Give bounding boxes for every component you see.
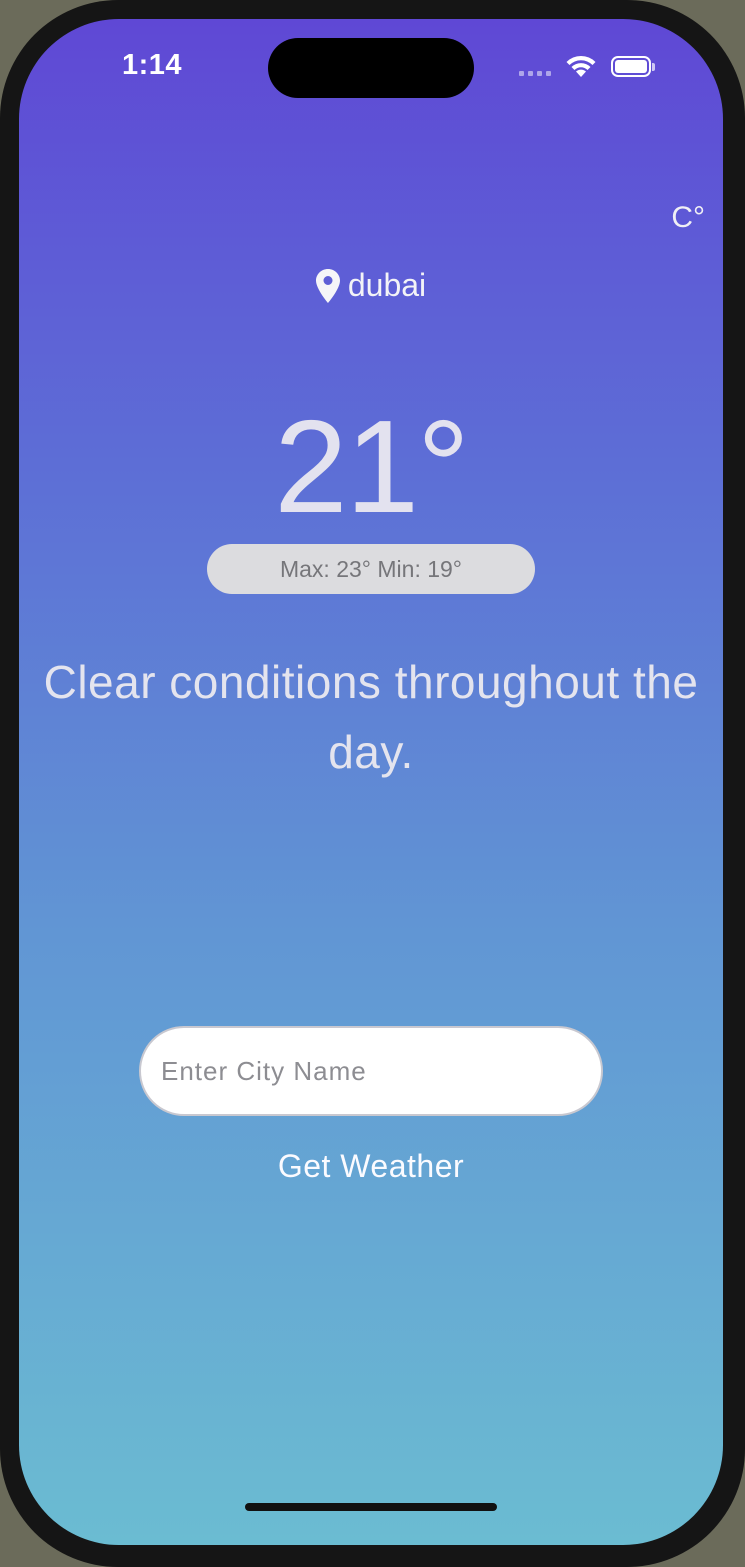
home-indicator[interactable] (245, 1503, 497, 1511)
city-search-input[interactable] (139, 1026, 603, 1116)
city-name: dubai (347, 267, 427, 303)
signal-icon (519, 71, 551, 76)
status-time: 1:14 (122, 49, 183, 81)
location-pin-icon (315, 268, 340, 303)
location-label: dubai (19, 267, 723, 304)
wifi-icon (566, 55, 596, 77)
get-weather-button[interactable]: Get Weather (19, 1147, 723, 1186)
current-temperature: 21° (274, 393, 470, 540)
weather-description: Clear conditions throughout the day. (43, 656, 699, 778)
unit-toggle[interactable]: C° (671, 201, 705, 235)
min-max-badge: Max: 23° Min: 19° (207, 544, 535, 594)
dynamic-island (268, 38, 474, 98)
battery-tip (652, 63, 655, 71)
battery-icon (611, 56, 651, 77)
app-screen: 1:14 C° dubai 21° Max: 23° Min: 19° Clea… (19, 19, 723, 1545)
